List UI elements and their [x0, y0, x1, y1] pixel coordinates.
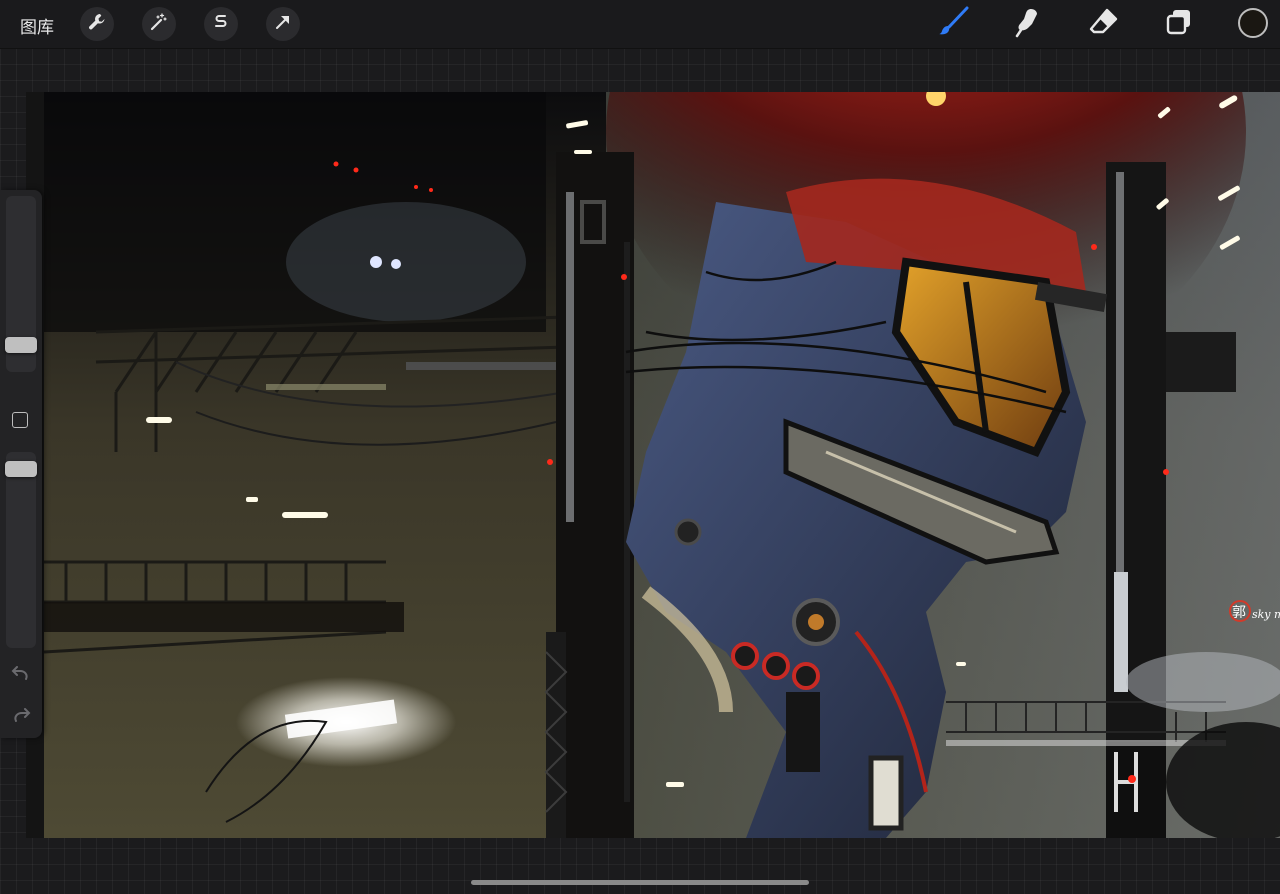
- eraser-icon: [1088, 6, 1120, 43]
- wrench-icon: [87, 12, 107, 37]
- selection-s-icon: [211, 12, 231, 37]
- redo-icon: [11, 707, 31, 729]
- smudge-tool-button[interactable]: [1011, 6, 1047, 42]
- adjustments-button[interactable]: [142, 7, 176, 41]
- undo-button[interactable]: [10, 665, 32, 687]
- selection-button[interactable]: [204, 7, 238, 41]
- home-indicator[interactable]: [471, 880, 809, 885]
- brush-opacity-slider[interactable]: [6, 452, 36, 648]
- transform-button[interactable]: [266, 7, 300, 41]
- brush-icon: [937, 5, 971, 44]
- arrow-cursor-icon: [273, 12, 293, 37]
- redo-button[interactable]: [10, 707, 32, 729]
- undo-icon: [11, 665, 31, 687]
- top-toolbar: 图库: [0, 0, 1280, 49]
- drawing-canvas[interactable]: 郭 sky m: [26, 92, 1280, 838]
- modify-button[interactable]: [12, 412, 28, 428]
- left-sidebar: [0, 190, 42, 738]
- gallery-button[interactable]: 图库: [20, 13, 54, 38]
- layers-button[interactable]: [1161, 6, 1197, 42]
- signature-text: sky m: [1252, 608, 1280, 621]
- brush-opacity-thumb[interactable]: [5, 461, 37, 477]
- color-picker-button[interactable]: [1238, 8, 1268, 38]
- signature-stamp: 郭: [1232, 604, 1246, 621]
- layers-icon: [1164, 7, 1194, 42]
- magic-wand-icon: [149, 12, 169, 37]
- artwork-painting: 郭 sky m: [26, 92, 1280, 838]
- smudge-icon: [1013, 6, 1045, 43]
- brush-tool-button[interactable]: [936, 6, 972, 42]
- brush-size-thumb[interactable]: [5, 336, 37, 353]
- actions-button[interactable]: [80, 7, 114, 41]
- eraser-tool-button[interactable]: [1086, 6, 1122, 42]
